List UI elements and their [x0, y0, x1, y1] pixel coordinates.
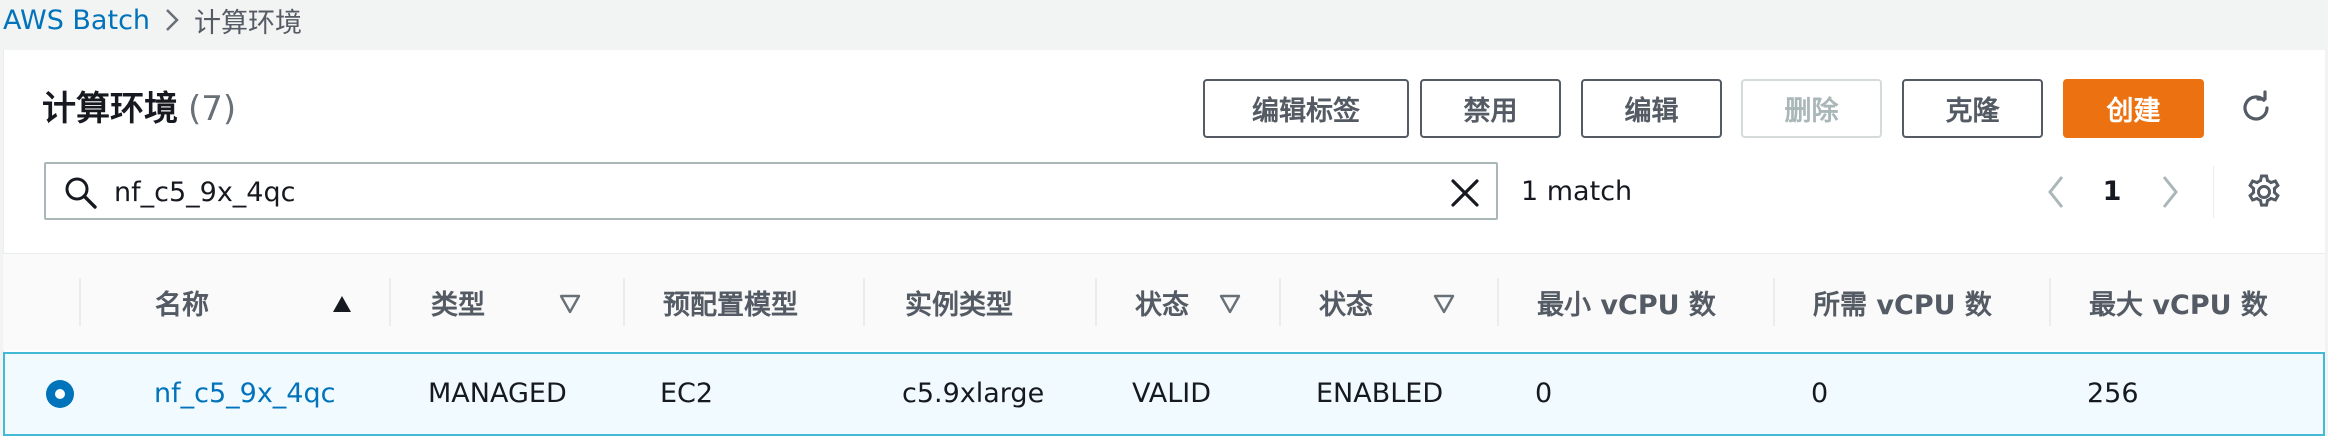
radio-dot: [55, 389, 65, 399]
column-header-min-vcpu[interactable]: 最小 vCPU 数: [1497, 254, 1773, 350]
column-label: 名称: [155, 289, 209, 321]
search-field[interactable]: [44, 162, 1498, 220]
chevron-right-icon[interactable]: [2150, 172, 2190, 212]
table-header: 名称 类型 预配置模型 实例类型 状态 状态 最小 vCPU 数 所需 vCPU…: [3, 254, 2325, 350]
create-button[interactable]: 创建: [2063, 79, 2204, 138]
column-divider: [389, 278, 391, 326]
column-divider: [1773, 278, 1775, 326]
sort-descending-icon[interactable]: [559, 290, 581, 321]
column-label: 预配置模型: [663, 289, 798, 321]
column-header-provisioning[interactable]: 预配置模型: [623, 254, 863, 350]
column-header-max-vcpu[interactable]: 最大 vCPU 数: [2049, 254, 2325, 350]
edit-tags-button[interactable]: 编辑标签: [1203, 79, 1409, 138]
column-header-state[interactable]: 状态: [1095, 254, 1279, 350]
column-label: 状态: [1135, 289, 1189, 321]
column-label: 最大 vCPU 数: [2089, 289, 2268, 321]
table-row[interactable]: nf_c5_9x_4qc MANAGED EC2 c5.9xlarge VALI…: [3, 352, 2325, 436]
settings-icon[interactable]: [2244, 172, 2284, 212]
column-label: 最小 vCPU 数: [1537, 289, 1716, 321]
refresh-icon[interactable]: [2236, 88, 2276, 128]
column-divider: [863, 278, 865, 326]
column-header-status[interactable]: 状态: [1279, 254, 1497, 350]
column-header-desired-vcpu[interactable]: 所需 vCPU 数: [1773, 254, 2049, 350]
column-divider: [1279, 278, 1281, 326]
search-input[interactable]: [114, 170, 1414, 214]
pagination-divider: [2213, 166, 2214, 218]
row-status: ENABLED: [1316, 378, 1444, 409]
breadcrumb: AWS Batch 计算环境: [3, 0, 302, 40]
row-max-vcpu: 256: [2087, 378, 2139, 409]
edit-button[interactable]: 编辑: [1581, 79, 1722, 138]
search-icon: [64, 176, 98, 214]
column-divider: [1497, 278, 1499, 326]
column-label: 状态: [1319, 289, 1373, 321]
column-divider: [1095, 278, 1097, 326]
row-name-link[interactable]: nf_c5_9x_4qc: [154, 354, 335, 434]
column-divider: [79, 278, 81, 326]
chevron-right-icon: [164, 7, 180, 33]
breadcrumb-current: 计算环境: [194, 7, 303, 39]
title-count: (7): [188, 89, 237, 129]
row-min-vcpu: 0: [1535, 378, 1553, 409]
row-type: MANAGED: [428, 378, 567, 409]
delete-button[interactable]: 删除: [1741, 79, 1882, 138]
column-label: 类型: [431, 289, 485, 321]
title-text: 计算环境: [42, 89, 178, 129]
column-label: 所需 vCPU 数: [1813, 289, 1992, 321]
current-page-number[interactable]: 1: [2100, 172, 2124, 212]
column-divider: [623, 278, 625, 326]
clone-button[interactable]: 克隆: [1902, 79, 2043, 138]
page-title: 计算环境 (7): [42, 86, 236, 132]
sort-descending-icon[interactable]: [1219, 290, 1241, 321]
sort-ascending-icon[interactable]: [331, 290, 353, 321]
row-instance-type: c5.9xlarge: [902, 378, 1045, 409]
row-desired-vcpu: 0: [1811, 378, 1829, 409]
breadcrumb-aws-batch-link[interactable]: AWS Batch: [3, 5, 150, 36]
column-header-name[interactable]: 名称: [79, 254, 389, 350]
column-label: 实例类型: [905, 289, 1013, 321]
column-header-instance-type[interactable]: 实例类型: [863, 254, 1095, 350]
sort-descending-icon[interactable]: [1433, 290, 1455, 321]
chevron-left-icon[interactable]: [2036, 172, 2076, 212]
row-select-radio[interactable]: [46, 380, 74, 408]
match-count: 1 match: [1521, 176, 1633, 207]
column-header-type[interactable]: 类型: [389, 254, 623, 350]
column-divider: [2049, 278, 2051, 326]
row-provisioning: EC2: [660, 378, 714, 409]
disable-button[interactable]: 禁用: [1420, 79, 1561, 138]
row-state: VALID: [1132, 378, 1212, 409]
close-icon[interactable]: [1450, 178, 1480, 212]
